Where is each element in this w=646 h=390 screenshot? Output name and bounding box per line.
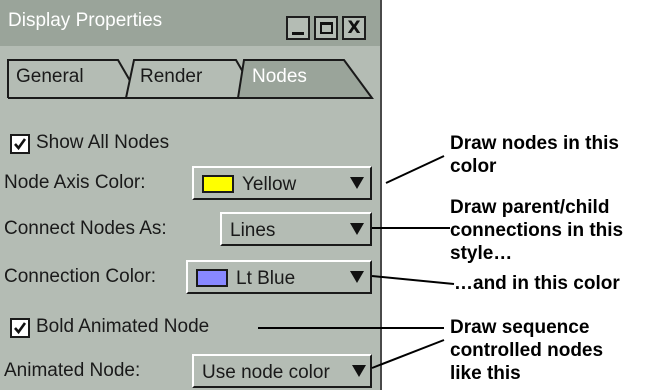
callout-connection-color: …and in this color [454, 273, 620, 294]
callout-connection-style: Draw parent/child connections in this st… [450, 197, 624, 264]
callout-sequence-nodes: Draw sequence controlled nodes like this [450, 317, 604, 384]
callout-node-color: Draw nodes in this color [450, 133, 619, 177]
